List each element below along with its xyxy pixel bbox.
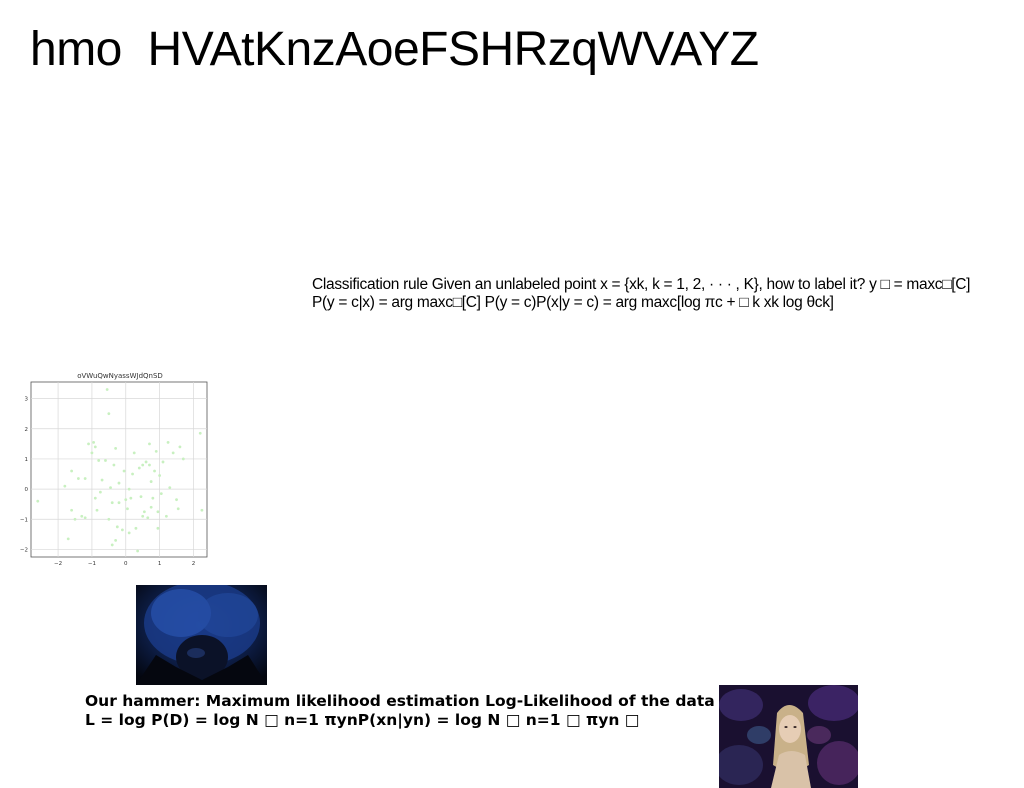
- scatter-point: [129, 496, 133, 500]
- scatter-point: [156, 510, 160, 514]
- scatter-point: [131, 472, 134, 476]
- y-tick-label: −1: [20, 517, 28, 523]
- scatter-point: [200, 508, 204, 512]
- scatter-point: [122, 469, 126, 473]
- scatter-point: [114, 539, 118, 542]
- scatter-point: [144, 460, 148, 464]
- scatter-point: [110, 543, 114, 547]
- scatter-point: [132, 451, 136, 455]
- scatter-point: [154, 449, 158, 453]
- scatter-point: [107, 412, 111, 416]
- scatter-point: [168, 486, 172, 490]
- mle-text: Our hammer: Maximum likelihood estimatio…: [85, 692, 715, 729]
- chart-title: oVWuQwNyassWJdQnSD: [77, 372, 163, 380]
- x-tick-label: 0: [124, 561, 128, 567]
- scatter-point: [126, 507, 129, 511]
- scatter-point: [90, 451, 94, 455]
- scatter-point: [109, 486, 112, 490]
- scatter-point: [114, 446, 118, 450]
- scatter-point: [83, 516, 87, 520]
- scatter-chart: oVWuQwNyassWJdQnSD −2 −1 0 1 2 3 2 1 0 −1 −2: [18, 368, 218, 568]
- scatter-point: [171, 451, 175, 455]
- y-tick-label: 0: [25, 487, 29, 493]
- scatter-point: [76, 477, 80, 480]
- x-tick-label: 2: [192, 561, 196, 567]
- scatter-point: [161, 460, 165, 464]
- scatter-point: [181, 457, 185, 461]
- scatter-point: [148, 442, 151, 446]
- scatter-point: [115, 525, 119, 529]
- scatter-point: [149, 480, 153, 483]
- scatter-point: [93, 496, 97, 500]
- scatter-point: [141, 463, 145, 467]
- scatter-point: [148, 463, 151, 467]
- y-tick-label: 2: [25, 427, 29, 433]
- scatter-point: [156, 526, 160, 530]
- scatter-point: [139, 495, 143, 499]
- scatter-point: [127, 487, 131, 491]
- scatter-point: [178, 445, 182, 449]
- scatter-point: [107, 517, 111, 521]
- scatter-point: [80, 514, 84, 518]
- scatter-point: [92, 440, 96, 444]
- slide-title: hmo HVAtKnzAoeFSHRzqWVAYZ: [30, 23, 759, 76]
- scatter-point: [93, 445, 97, 449]
- scatter-point: [141, 514, 145, 518]
- scatter-point: [70, 469, 74, 473]
- plot-area: [30, 381, 208, 558]
- scatter-point: [158, 474, 162, 477]
- scatter-point: [149, 505, 153, 509]
- scatter-point: [112, 463, 116, 467]
- scatter-point: [97, 459, 101, 462]
- scatter-point: [137, 466, 141, 470]
- scatter-point: [98, 490, 102, 494]
- blonde-portrait-photo: [719, 685, 858, 788]
- dark-portrait-image: [136, 585, 267, 685]
- scatter-point: [124, 498, 128, 502]
- x-tick-label: −2: [54, 561, 62, 567]
- scatter-point: [146, 516, 150, 520]
- scatter-point: [166, 440, 170, 444]
- scatter-point: [70, 508, 74, 512]
- scatter-point: [66, 537, 70, 541]
- scatter-point: [95, 508, 99, 512]
- scatter-point: [176, 507, 180, 511]
- scatter-point: [142, 510, 146, 514]
- classification-rule-text: Classification rule Given an unlabeled p…: [312, 276, 971, 311]
- scatter-point: [36, 499, 40, 503]
- scatter-point: [136, 549, 140, 553]
- scatter-point: [87, 442, 90, 446]
- scatter-point: [164, 514, 168, 518]
- dark-portrait-photo: [136, 585, 267, 685]
- y-tick-label: −2: [20, 547, 28, 553]
- scatter-point: [134, 526, 138, 530]
- scatter-point: [104, 459, 107, 462]
- x-tick-label: −1: [88, 561, 96, 567]
- scatter-point: [153, 469, 156, 473]
- scatter-point: [120, 528, 124, 532]
- y-tick-label: 3: [25, 397, 29, 403]
- x-tick-label: 1: [158, 561, 162, 567]
- scatter-point: [117, 501, 121, 505]
- blonde-portrait-image: [719, 685, 858, 788]
- scatter-point: [105, 388, 109, 391]
- scatter-point: [159, 492, 163, 496]
- y-tick-label: 1: [25, 457, 29, 463]
- scatter-point: [100, 478, 104, 482]
- scatter-point: [110, 501, 114, 505]
- scatter-point: [127, 531, 131, 535]
- scatter-point: [117, 481, 121, 485]
- scatter-point: [73, 517, 77, 521]
- scatter-chart-svg: oVWuQwNyassWJdQnSD −2 −1 0 1 2 3 2 1 0 −1 −2: [20, 372, 208, 567]
- scatter-point: [175, 498, 178, 502]
- scatter-point: [151, 496, 155, 500]
- scatter-point: [83, 477, 87, 480]
- scatter-point: [198, 431, 202, 435]
- scatter-point: [63, 484, 67, 488]
